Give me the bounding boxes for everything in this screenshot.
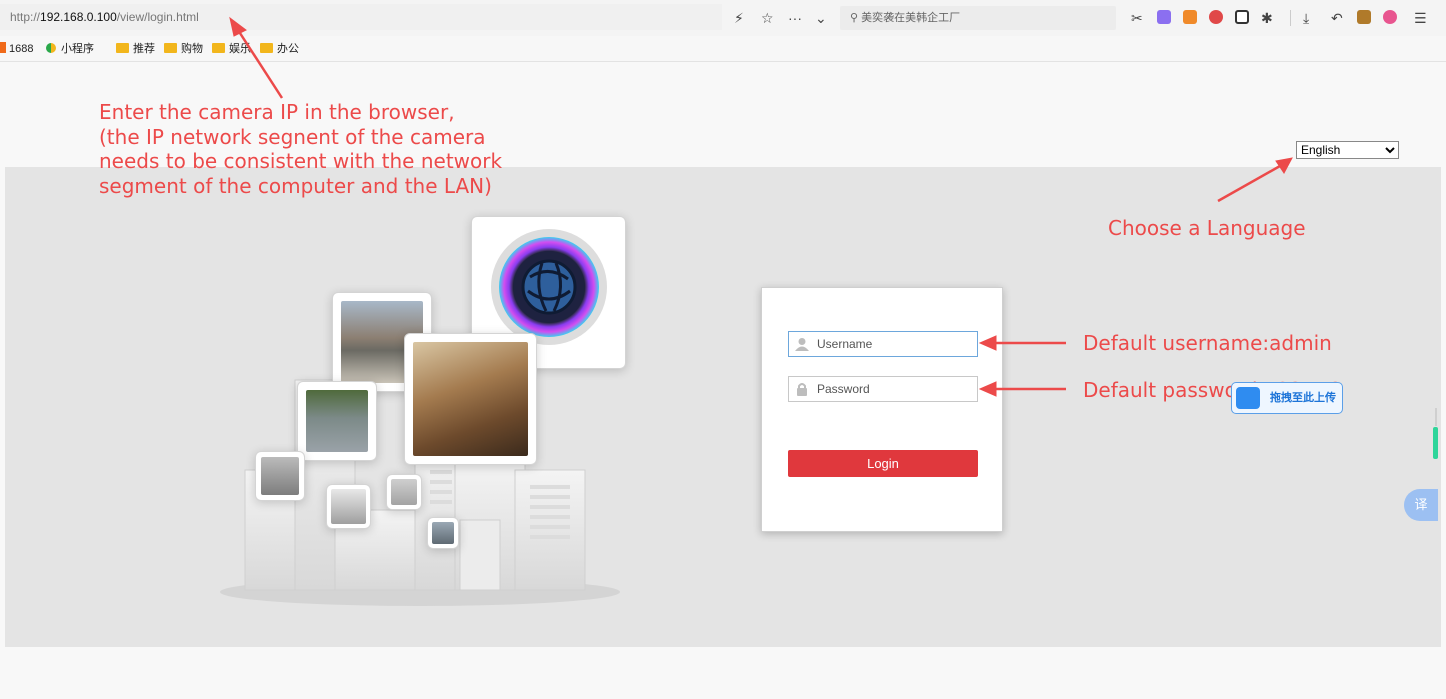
bookmark-1688[interactable]: 1688 — [0, 42, 33, 56]
ip-instruction-note: Enter the camera IP in the browser, (the… — [99, 100, 502, 198]
upload-widget[interactable]: 拖拽至此上传 — [1231, 382, 1343, 414]
ip-note-line: segment of the computer and the LAN) — [99, 173, 492, 198]
search-icon: ⚲ — [850, 12, 862, 24]
url-path: /view/login.html — [116, 10, 199, 24]
scissors-icon[interactable]: ✂ — [1131, 8, 1143, 28]
username-note: Default username:admin — [1083, 331, 1332, 355]
scroll-track — [1435, 408, 1437, 426]
password-field[interactable] — [788, 376, 978, 402]
menu-icon[interactable]: ☰ — [1414, 8, 1427, 28]
small-photo — [386, 474, 422, 510]
scroll-thumb[interactable] — [1433, 427, 1438, 459]
folder-icon — [116, 43, 129, 53]
username-input[interactable] — [817, 337, 967, 351]
ip-note-line: (the IP network segnent of the camera — [99, 124, 486, 149]
bookmark-miniapp[interactable]: 小程序 — [46, 42, 94, 56]
folder-icon — [212, 43, 225, 53]
record-ext-icon[interactable] — [1209, 10, 1223, 24]
bookmark-bar: 1688 小程序 推荐 购物 娱乐 办公 — [0, 36, 1446, 62]
ip-note-line: Enter the camera IP in the browser, — [99, 100, 455, 124]
url-scheme: http:// — [10, 10, 41, 24]
game-ext-icon[interactable] — [1183, 10, 1197, 24]
1688-icon — [0, 42, 6, 53]
tiny-photo — [427, 517, 459, 549]
worker-photo — [326, 484, 371, 529]
window-icon[interactable] — [1235, 10, 1249, 24]
family-photo — [404, 333, 537, 465]
login-button[interactable]: Login — [788, 450, 978, 477]
chevron-down-icon[interactable]: ⌄ — [815, 8, 827, 28]
search-box[interactable]: ⚲ 美奕袭在美韩企工厂 — [840, 6, 1116, 30]
browser-toolbar: http://192.168.0.100/view/login.html ⚡ ☆… — [0, 0, 1446, 36]
username-field[interactable] — [788, 331, 978, 357]
profile-icon[interactable] — [1383, 10, 1397, 24]
bookmark-folder-entertainment[interactable]: 娱乐 — [212, 42, 251, 56]
translate-button[interactable]: 译 — [1404, 489, 1438, 521]
star-icon[interactable]: ☆ — [761, 8, 774, 28]
bookmark-folder-shopping[interactable]: 购物 — [164, 42, 203, 56]
toolbox-icon[interactable] — [1357, 10, 1371, 24]
office-photo — [255, 451, 305, 501]
upload-label: 拖拽至此上传 — [1270, 392, 1336, 404]
bookmark-folder-recommend[interactable]: 推荐 — [116, 42, 155, 56]
undo-icon[interactable]: ↶ — [1331, 8, 1343, 28]
miniapp-icon — [46, 43, 56, 53]
download-icon[interactable]: ⤓ — [1303, 8, 1309, 28]
url-host: 192.168.0.100 — [40, 10, 117, 24]
password-input[interactable] — [817, 382, 967, 396]
toolbar-divider — [1290, 10, 1291, 26]
more-icon[interactable]: ··· — [788, 8, 802, 28]
lightning-icon[interactable]: ⚡ — [734, 8, 744, 28]
folder-icon — [260, 43, 273, 53]
folder-icon — [164, 43, 177, 53]
puzzle-icon[interactable]: ✱ — [1261, 8, 1273, 28]
language-select[interactable]: English — [1296, 141, 1399, 159]
lock-icon — [797, 383, 807, 396]
bookmark-folder-office[interactable]: 办公 — [260, 42, 299, 56]
login-card: Login — [761, 287, 1003, 532]
user-icon — [795, 338, 809, 351]
language-note: Choose a Language — [1108, 216, 1306, 240]
highway-photo — [297, 381, 377, 461]
upload-cloud-icon — [1236, 387, 1260, 409]
translate-ext-icon[interactable] — [1157, 10, 1171, 24]
address-bar[interactable]: http://192.168.0.100/view/login.html — [0, 4, 722, 30]
search-text: 美奕袭在美韩企工厂 — [861, 12, 961, 24]
ip-note-line: needs to be consistent with the network — [99, 149, 503, 173]
